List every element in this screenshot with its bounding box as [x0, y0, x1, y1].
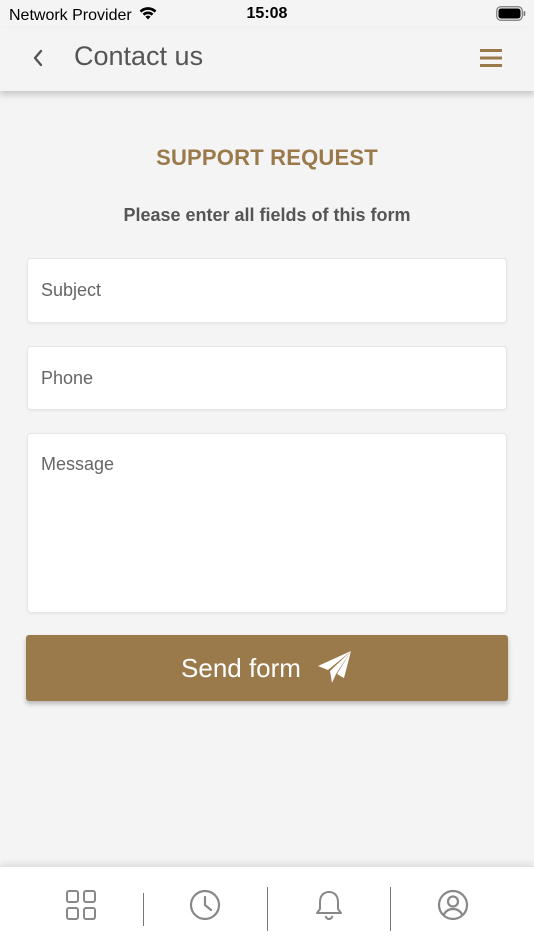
tab-notifications[interactable]	[309, 887, 349, 927]
form-subtitle: Please enter all fields of this form	[123, 205, 411, 225]
phone-field-container	[27, 346, 507, 410]
grid-icon	[66, 889, 96, 925]
tab-history[interactable]	[185, 887, 225, 927]
tab-bar	[0, 866, 534, 950]
paper-plane-icon	[317, 650, 353, 687]
chevron-left-icon	[31, 47, 45, 74]
subject-input[interactable]	[28, 259, 506, 322]
tab-divider	[143, 893, 144, 926]
battery-icon	[496, 6, 526, 27]
menu-button[interactable]	[476, 45, 506, 75]
bell-icon	[314, 889, 344, 926]
status-bar: Network Provider 15:08	[0, 0, 534, 28]
clock-icon	[189, 889, 221, 926]
page-title: Contact us	[74, 41, 204, 71]
hamburger-menu-icon	[480, 48, 502, 73]
message-textarea[interactable]	[28, 434, 506, 612]
tab-divider	[390, 887, 391, 931]
subject-field-container	[27, 258, 507, 323]
form-title: SUPPORT REQUEST	[156, 145, 378, 170]
phone-input[interactable]	[28, 347, 506, 409]
tab-dashboard[interactable]	[61, 887, 101, 927]
tab-divider	[267, 887, 268, 931]
send-form-button[interactable]: Send form	[26, 635, 508, 701]
tab-profile[interactable]	[433, 887, 473, 927]
message-field-container	[27, 433, 507, 613]
user-circle-icon	[437, 889, 469, 926]
nav-bar: Contact us	[0, 28, 534, 91]
send-form-label: Send form	[181, 652, 301, 683]
back-button[interactable]	[22, 44, 54, 76]
status-time: 15:08	[246, 5, 288, 22]
